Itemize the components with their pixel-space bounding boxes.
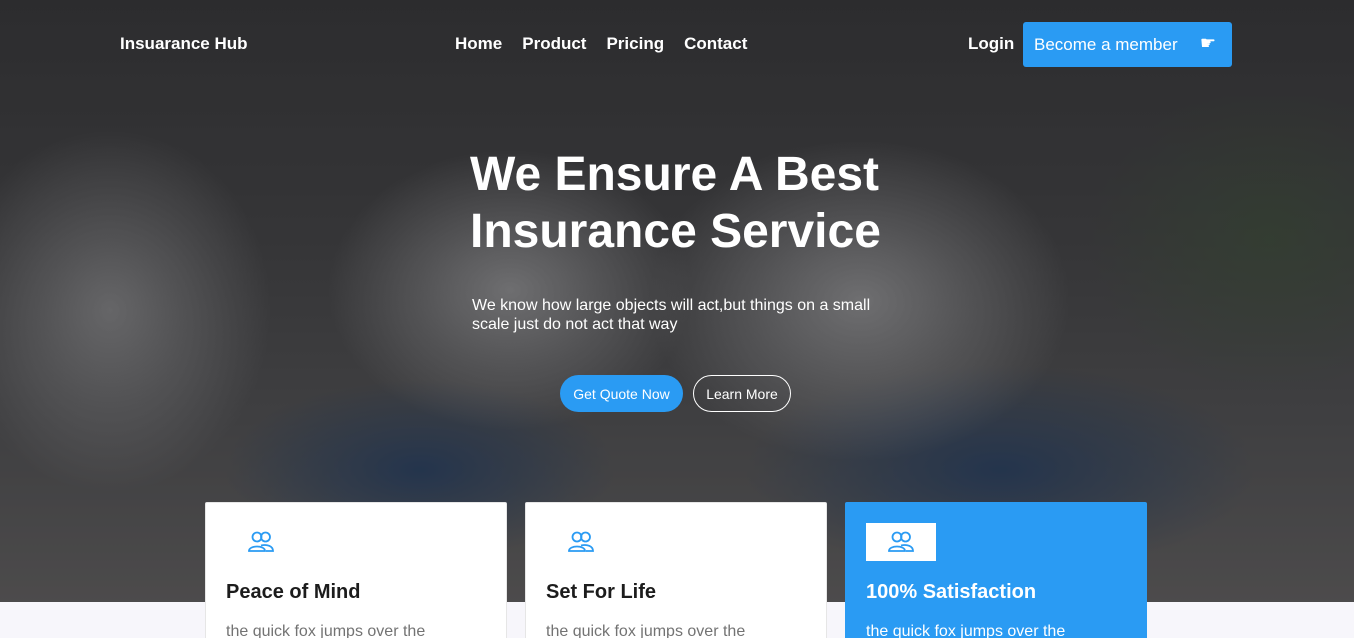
nav-contact[interactable]: Contact — [684, 34, 747, 54]
feature-icon-box — [546, 523, 616, 561]
hero-title-line1: We Ensure A Best — [470, 148, 880, 201]
hero-title: We Ensure A Best Insurance Service — [470, 146, 930, 260]
feature-title: Set For Life — [546, 581, 657, 603]
feature-card-satisfaction[interactable]: 100% Satisfaction the quick fox jumps ov… — [845, 502, 1147, 638]
feature-text: the quick fox jumps over the — [866, 623, 1066, 638]
nav-pricing[interactable]: Pricing — [606, 34, 664, 54]
feature-icon-box — [226, 523, 296, 561]
pointing-hand-icon: ☛ — [1199, 33, 1216, 53]
feature-text: the quick fox jumps over the — [226, 623, 426, 638]
users-icon — [568, 531, 594, 552]
feature-card-peace-of-mind[interactable]: Peace of Mind the quick fox jumps over t… — [205, 502, 507, 638]
feature-title: Peace of Mind — [226, 581, 361, 603]
login-link[interactable]: Login — [968, 34, 1014, 54]
feature-text: the quick fox jumps over the — [546, 623, 746, 638]
feature-card-set-for-life[interactable]: Set For Life the quick fox jumps over th… — [525, 502, 827, 638]
become-member-label: Become a member — [1034, 34, 1178, 54]
feature-title: 100% Satisfaction — [866, 581, 1037, 603]
feature-icon-box — [866, 523, 936, 561]
landing-page: Insuarance Hub Home Product Pricing Cont… — [0, 0, 1354, 638]
main-nav: Home Product Pricing Contact — [455, 34, 747, 54]
hero-title-line2: Insurance Service — [470, 205, 881, 258]
brand-logo[interactable]: Insuarance Hub — [120, 34, 248, 54]
users-icon — [888, 531, 914, 552]
learn-more-button[interactable]: Learn More — [693, 375, 791, 412]
become-member-button[interactable]: Become a member ☛ — [1023, 22, 1232, 67]
users-icon — [248, 531, 274, 552]
hero-subtitle: We know how large objects will act,but t… — [472, 297, 871, 333]
get-quote-button[interactable]: Get Quote Now — [560, 375, 683, 412]
nav-product[interactable]: Product — [522, 34, 586, 54]
nav-home[interactable]: Home — [455, 34, 502, 54]
